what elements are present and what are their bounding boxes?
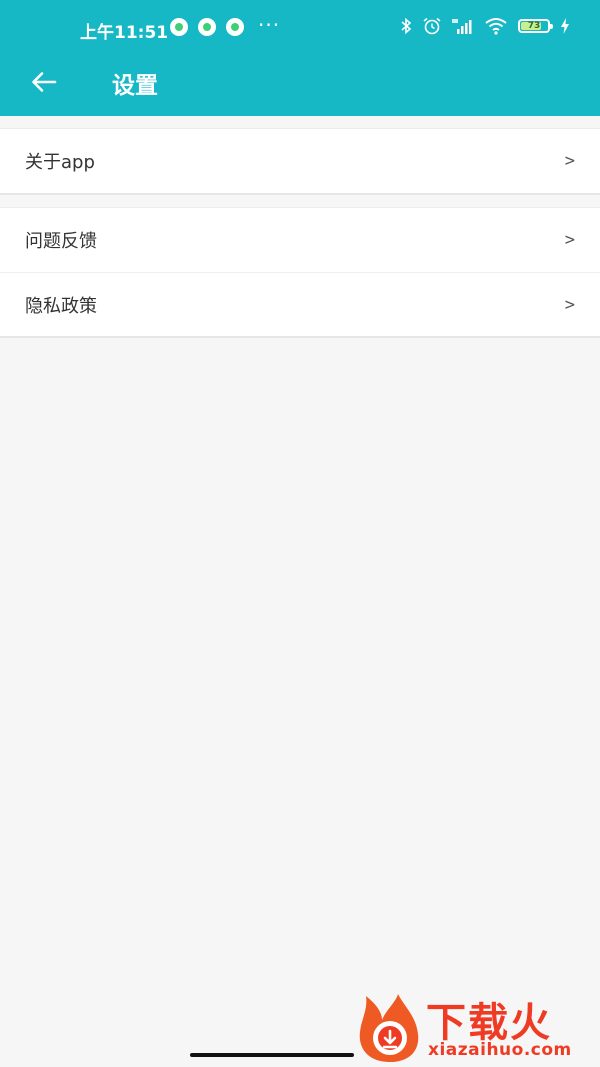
- watermark-url: xiazaihuo.com: [428, 1040, 572, 1060]
- bluetooth-icon: [401, 17, 412, 35]
- alarm-icon: [423, 17, 441, 35]
- more-notifications-icon: ···: [258, 13, 281, 37]
- settings-group-support: 问题反馈 > 隐私政策 >: [0, 207, 600, 338]
- app-bar: 设置: [0, 56, 600, 116]
- top-bar: 上午11:51 ··· 73 设置: [0, 0, 600, 116]
- chevron-right-icon: >: [564, 294, 575, 315]
- flame-logo-icon: [359, 994, 419, 1062]
- chevron-right-icon: >: [564, 230, 575, 250]
- status-time: 上午11:51: [80, 23, 169, 43]
- notification-icons: [170, 18, 244, 36]
- status-bar: 上午11:51 ··· 73: [0, 0, 600, 56]
- arrow-left-icon: [32, 72, 57, 92]
- settings-item-about-app[interactable]: 关于app >: [0, 129, 600, 193]
- home-indicator[interactable]: [190, 1053, 354, 1057]
- notification-app-icon: [170, 18, 188, 36]
- signal-icon: [452, 19, 472, 34]
- charging-icon: [561, 18, 569, 34]
- system-icons: 73: [400, 17, 570, 35]
- watermark: 下载火 xiazaihuo.com: [354, 990, 600, 1067]
- notification-app-icon: [198, 18, 216, 36]
- settings-group-about: 关于app >: [0, 128, 600, 195]
- settings-item-privacy-policy[interactable]: 隐私政策 >: [0, 272, 600, 336]
- settings-item-label: 关于app: [25, 152, 95, 173]
- wifi-icon: [485, 18, 507, 35]
- battery-icon: 73: [518, 19, 553, 33]
- notification-app-icon: [226, 18, 244, 36]
- settings-item-label: 问题反馈: [25, 231, 97, 252]
- page-title: 设置: [112, 73, 158, 99]
- settings-item-label: 隐私政策: [25, 295, 97, 317]
- settings-item-feedback[interactable]: 问题反馈 >: [0, 208, 600, 272]
- chevron-right-icon: >: [564, 151, 575, 171]
- battery-level: 73: [527, 21, 541, 31]
- back-button[interactable]: [28, 66, 60, 98]
